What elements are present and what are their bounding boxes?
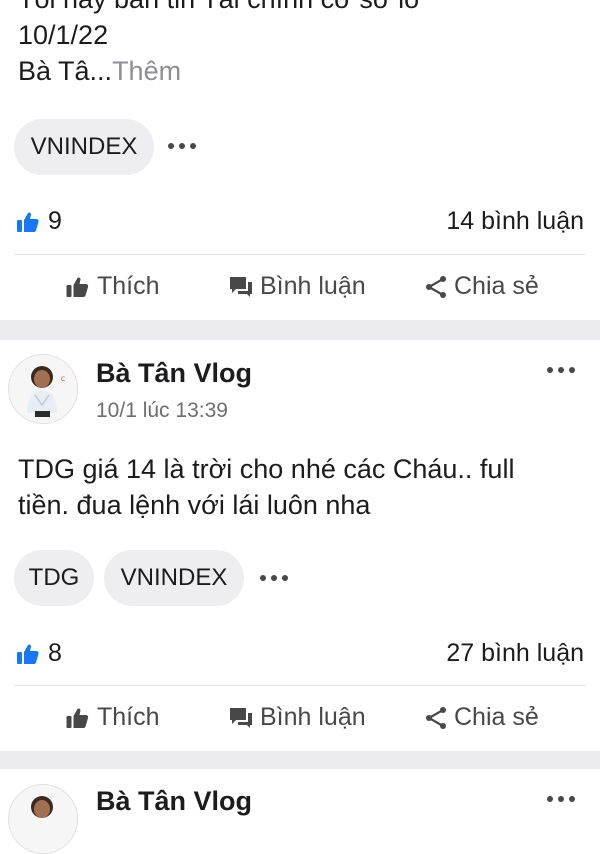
chat-bubble-icon: [230, 707, 252, 728]
comment-count[interactable]: 27 bình luận: [446, 639, 584, 668]
tag-chip-vnindex[interactable]: VNINDEX: [104, 550, 244, 606]
comment-button[interactable]: Bình luận: [228, 272, 366, 301]
author-name[interactable]: Bà Tân Vlog: [96, 358, 252, 389]
post-text-line: TDG giá 14 là trời cho nhé các Cháu.. fu…: [18, 454, 515, 484]
author-name[interactable]: Bà Tân Vlog: [96, 786, 252, 817]
avatar-image: [9, 785, 77, 853]
comment-label: Bình luận: [260, 272, 366, 300]
avatar[interactable]: [8, 784, 78, 854]
avatar[interactable]: C: [8, 354, 78, 424]
post-text-line: 10/1/22: [18, 20, 109, 50]
reaction-summary[interactable]: 8: [16, 639, 62, 668]
share-icon: [426, 706, 446, 729]
tag-chip-vnindex[interactable]: VNINDEX: [14, 119, 154, 175]
see-more-link[interactable]: Thêm: [112, 56, 181, 86]
like-label: Thích: [97, 703, 160, 731]
tag-chip-tdg[interactable]: TDG: [14, 550, 94, 606]
post-timestamp[interactable]: 10/1 lúc 13:39: [96, 399, 228, 423]
share-label: Chia sẻ: [454, 703, 539, 731]
post-text-line: tiền. đua lệnh với lái luôn nha: [18, 490, 371, 520]
thumbs-up-icon: [17, 644, 39, 664]
chat-bubble-icon: [230, 276, 252, 297]
more-dots-icon[interactable]: [260, 575, 288, 581]
svg-text:C: C: [61, 376, 65, 383]
post-text-line: Bà Tâ...Thêm: [18, 52, 181, 90]
like-count: 8: [48, 639, 62, 667]
thumbs-up-icon: [17, 212, 39, 232]
post-separator: [0, 320, 600, 340]
divider: [14, 685, 586, 686]
thumbs-up-icon: [66, 277, 89, 297]
comment-label: Bình luận: [260, 703, 366, 731]
like-count: 9: [48, 207, 62, 235]
like-button[interactable]: Thích: [64, 703, 160, 732]
share-button[interactable]: Chia sẻ: [424, 272, 539, 301]
post-separator: [0, 751, 600, 769]
more-dots-icon[interactable]: [168, 143, 196, 149]
more-dots-icon[interactable]: [547, 367, 575, 373]
like-button[interactable]: Thích: [64, 272, 160, 301]
comment-button[interactable]: Bình luận: [228, 703, 366, 732]
avatar-image: C: [9, 355, 77, 423]
divider: [14, 254, 586, 255]
share-label: Chia sẻ: [454, 272, 539, 300]
share-icon: [426, 275, 446, 298]
reaction-summary[interactable]: 9: [16, 207, 62, 236]
share-button[interactable]: Chia sẻ: [424, 703, 539, 732]
comment-count[interactable]: 14 bình luận: [446, 207, 584, 236]
post-text-truncated: Bà Tâ...: [18, 56, 113, 86]
more-dots-icon[interactable]: [547, 796, 575, 802]
thumbs-up-icon: [66, 708, 89, 728]
like-label: Thích: [97, 272, 160, 300]
